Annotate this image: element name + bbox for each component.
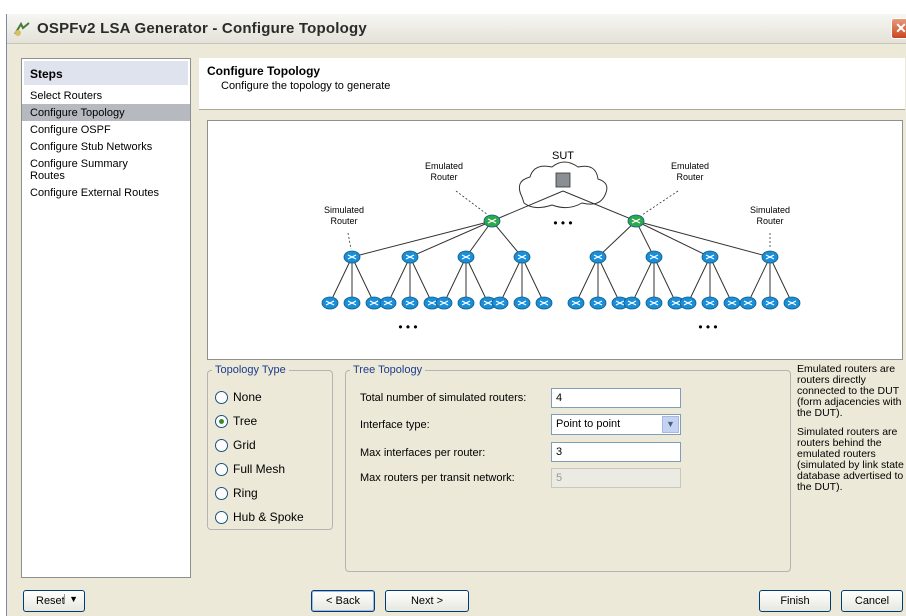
tree-topology-fields: Total number of simulated routers: 4 Int… <box>345 364 791 572</box>
total-routers-label: Total number of simulated routers: <box>360 392 527 404</box>
radio-label: Hub & Spoke <box>233 510 304 524</box>
interface-type-value: Point to point <box>556 418 621 430</box>
radio-label: Tree <box>233 414 258 428</box>
step-configure-topology[interactable]: Configure Topology <box>22 104 190 121</box>
page-header: Configure Topology Configure the topolog… <box>199 58 905 110</box>
diagram-ellipsis: • • • <box>698 320 717 334</box>
link-line <box>521 256 545 304</box>
radio-button[interactable] <box>215 462 228 476</box>
radio-button[interactable] <box>215 438 228 452</box>
link-line <box>329 256 353 304</box>
help-emulated: Emulated routers are routers directly co… <box>797 363 902 419</box>
reset-button[interactable]: Reset ▼ <box>23 590 85 612</box>
label-pointer <box>455 190 489 216</box>
link-line <box>499 256 523 304</box>
radio-button[interactable] <box>215 486 228 500</box>
help-simulated: Simulated routers are routers behind the… <box>797 426 904 493</box>
main-content: Configure Topology Configure the topolog… <box>199 58 905 578</box>
next-button[interactable]: Next > <box>385 590 469 612</box>
radio-ring[interactable]: Ring <box>215 486 258 500</box>
radio-button[interactable] <box>215 414 228 428</box>
diagram-ellipsis: • • • <box>398 320 417 334</box>
back-button[interactable]: < Back <box>311 590 375 612</box>
step-configure-stub-networks[interactable]: Configure Stub Networks <box>22 138 190 155</box>
topology-diagram-svg: SUT• • •• • • • • •EmulatedRouterEmulated… <box>321 150 801 334</box>
link-line <box>635 220 711 258</box>
link-line <box>409 256 433 304</box>
simulated-router-label-left: Router <box>330 216 357 226</box>
radio-grid[interactable]: Grid <box>215 438 256 452</box>
link-line <box>769 256 793 304</box>
link-line <box>653 256 677 304</box>
page-title: Configure Topology <box>207 64 321 78</box>
help-text: Emulated routers are routers directly co… <box>797 364 905 501</box>
chevron-down-icon[interactable]: ▼ <box>662 416 679 433</box>
step-select-routers[interactable]: Select Routers <box>22 87 190 104</box>
link-line <box>597 256 621 304</box>
app-icon <box>14 21 30 36</box>
emulated-router-label-right: Emulated <box>671 161 709 171</box>
page-subtitle: Configure the topology to generate <box>221 80 391 92</box>
link-line <box>443 256 467 304</box>
link-line <box>597 220 637 258</box>
max-routers-transit-input: 5 <box>551 468 681 488</box>
cancel-button[interactable]: Cancel <box>841 590 903 612</box>
link-line <box>709 256 733 304</box>
wizard-window: OSPFv2 LSA Generator - Configure Topolog… <box>6 14 906 616</box>
link-line <box>351 256 375 304</box>
max-interfaces-label: Max interfaces per router: <box>360 447 486 459</box>
radio-full-mesh[interactable]: Full Mesh <box>215 462 285 476</box>
sut-label: SUT <box>552 150 574 162</box>
step-configure-summary-routes[interactable]: Configure Summary Routes <box>22 155 152 184</box>
link-line <box>387 256 411 304</box>
simulated-router-label-left: Simulated <box>324 205 364 215</box>
chevron-down-icon[interactable]: ▼ <box>64 594 78 604</box>
emulated-router-label-right: Router <box>676 172 703 182</box>
radio-hub-spoke[interactable]: Hub & Spoke <box>215 510 304 524</box>
label-pointer <box>347 232 352 250</box>
topology-diagram: SUT • • • • • • • • • Emulated Router Emulated… <box>207 120 903 360</box>
steps-header: Steps <box>24 61 188 85</box>
radio-button[interactable] <box>215 390 228 404</box>
sut-device-icon <box>555 172 571 188</box>
step-configure-external-routes[interactable]: Configure External Routes <box>22 184 190 201</box>
close-button[interactable]: ✕ <box>891 18 906 39</box>
radio-label: None <box>233 390 262 404</box>
simulated-router-label-right: Simulated <box>750 205 790 215</box>
simulated-router-label-right: Router <box>756 216 783 226</box>
finish-button[interactable]: Finish <box>759 590 831 612</box>
link-line <box>575 256 599 304</box>
emulated-router-label-left: Emulated <box>425 161 463 171</box>
topology-type-legend: Topology Type <box>215 364 286 376</box>
link-line <box>747 256 771 304</box>
window-title: OSPFv2 LSA Generator - Configure Topolog… <box>37 20 367 37</box>
step-configure-ospf[interactable]: Configure OSPF <box>22 121 190 138</box>
diagram-ellipsis: • • • <box>553 216 572 230</box>
radio-none[interactable]: None <box>215 390 262 404</box>
radio-button[interactable] <box>215 510 228 524</box>
radio-label: Ring <box>233 486 258 500</box>
link-line <box>687 256 711 304</box>
label-pointer <box>641 190 679 216</box>
max-interfaces-input[interactable]: 3 <box>551 442 681 462</box>
radio-label: Full Mesh <box>233 462 286 476</box>
max-routers-transit-label: Max routers per transit network: <box>360 472 515 484</box>
reset-label: Reset <box>36 595 65 607</box>
radio-label: Grid <box>233 438 256 452</box>
radio-tree[interactable]: Tree <box>215 414 257 428</box>
link-line <box>465 256 489 304</box>
interface-type-label: Interface type: <box>360 419 430 431</box>
link-line <box>631 256 655 304</box>
emulated-router-label-left: Router <box>430 172 457 182</box>
steps-panel: Steps Select Routers Configure Topology … <box>21 58 191 578</box>
title-bar: OSPFv2 LSA Generator - Configure Topolog… <box>7 14 906 44</box>
interface-type-select[interactable]: Point to point ▼ <box>551 414 681 435</box>
total-routers-input[interactable]: 4 <box>551 388 681 408</box>
